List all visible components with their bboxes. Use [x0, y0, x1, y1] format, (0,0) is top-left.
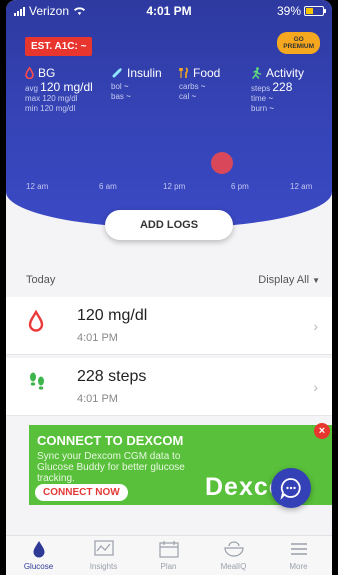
food-summary[interactable]: Food carbs ~ cal ~ [179, 66, 220, 102]
chat-bubble-icon [280, 478, 301, 500]
time-tick: 12 am [290, 182, 313, 191]
chevron-right-icon: › [313, 379, 318, 395]
section-label: Today [26, 274, 56, 286]
food-carbs-value: ~ [200, 82, 206, 91]
tab-label: Insights [89, 562, 118, 571]
calendar-icon [158, 541, 179, 558]
time-tick: 6 pm [231, 182, 249, 191]
meal-bowl-icon [223, 541, 244, 557]
premium-line-2: PREMIUM [283, 43, 314, 50]
running-icon [252, 67, 262, 79]
tab-glucose[interactable]: Glucose [6, 540, 71, 571]
premium-line-1: GO [293, 36, 304, 43]
promo-subtitle: Sync your Dexcom CGM data to Glucose Bud… [37, 451, 185, 484]
est-a1c-badge[interactable]: EST. A1C: ~ [25, 37, 93, 56]
tab-insights[interactable]: Insights [71, 540, 136, 571]
bg-max: max 120 mg/dl [25, 94, 78, 103]
insulin-bas-label: bas [111, 92, 124, 101]
bg-summary[interactable]: BG avg 120 mg/dl max 120 mg/dl min 120 m… [25, 66, 93, 114]
connect-now-button[interactable]: CONNECT NOW [35, 484, 128, 501]
battery-icon [304, 6, 326, 16]
syringe-icon [112, 68, 122, 78]
chart-icon [93, 540, 114, 556]
activity-title: Activity [266, 66, 305, 80]
food-cal-value: ~ [191, 92, 197, 101]
food-carbs-label: carbs [179, 82, 199, 91]
summary-header: Verizon 4:01 PM 39% EST. A1C: ~ GO PREMI… [6, 0, 332, 228]
tab-label: Plan [160, 562, 177, 571]
bg-title: BG [38, 66, 56, 80]
time-tick: 12 am [26, 182, 49, 191]
status-bar: Verizon 4:01 PM 39% [6, 0, 332, 22]
current-reading-marker[interactable] [211, 152, 233, 174]
tab-label: MealIQ [220, 562, 247, 571]
insulin-bol-label: bol [111, 82, 122, 91]
chevron-right-icon: › [313, 318, 318, 334]
food-title: Food [193, 66, 221, 80]
tab-mealiq[interactable]: MealIQ [201, 540, 266, 571]
battery-percent: 39% [276, 4, 301, 18]
tab-more[interactable]: More [266, 540, 331, 571]
close-icon[interactable]: × [314, 423, 330, 439]
app-screen: Verizon 4:01 PM 39% EST. A1C: ~ GO PREMI… [6, 0, 332, 575]
insulin-summary[interactable]: Insulin bol ~ bas ~ [111, 66, 162, 102]
entry-time: 4:01 PM [77, 393, 118, 405]
entry-time: 4:01 PM [77, 332, 118, 344]
menu-icon [290, 543, 307, 555]
entry-value: 228 steps [77, 368, 147, 385]
insulin-bol-value: ~ [123, 82, 129, 91]
activity-burn-label: burn [251, 104, 268, 113]
blood-drop-icon [28, 310, 44, 332]
entry-value: 120 mg/dl [77, 307, 148, 324]
caret-down-icon: ▼ [312, 276, 320, 285]
time-tick: 12 pm [163, 182, 186, 191]
list-header: Today Display All ▼ [6, 272, 332, 294]
tab-label: Glucose [23, 562, 54, 571]
activity-summary[interactable]: Activity steps 228 time ~ burn ~ [251, 66, 304, 114]
insulin-bas-value: ~ [126, 92, 131, 101]
blood-drop-icon [25, 67, 34, 79]
activity-burn-value: ~ [269, 104, 274, 113]
bg-avg-label: avg [25, 84, 38, 93]
chat-button[interactable] [271, 468, 311, 508]
fork-knife-icon [179, 67, 188, 78]
bg-avg-value: 120 mg/dl [40, 80, 93, 94]
filter-label: Display All [258, 274, 310, 286]
battery-group: 39% [276, 4, 326, 18]
drop-icon [33, 541, 44, 558]
tab-label: More [289, 562, 308, 571]
insulin-title: Insulin [127, 66, 162, 80]
add-logs-button[interactable]: ADD LOGS [105, 210, 233, 240]
food-cal-label: cal [179, 92, 190, 101]
tab-plan[interactable]: Plan [136, 540, 201, 571]
time-tick: 6 am [99, 182, 117, 191]
activity-steps-value: 228 [272, 80, 293, 94]
display-filter-dropdown[interactable]: Display All ▼ [258, 274, 320, 286]
bg-min: min 120 mg/dl [25, 104, 76, 113]
activity-steps-label: steps [251, 84, 271, 93]
bottom-tab-bar: Glucose Insights Plan MealIQ More [6, 535, 332, 575]
log-entry[interactable]: 228 steps 4:01 PM › [6, 358, 332, 416]
activity-time-value: ~ [268, 94, 274, 103]
log-entry[interactable]: 120 mg/dl 4:01 PM › [6, 297, 332, 355]
go-premium-button[interactable]: GO PREMIUM [277, 32, 320, 54]
footsteps-icon [30, 372, 44, 390]
promo-title: CONNECT TO DEXCOM [37, 433, 184, 448]
activity-time-label: time [251, 94, 267, 103]
